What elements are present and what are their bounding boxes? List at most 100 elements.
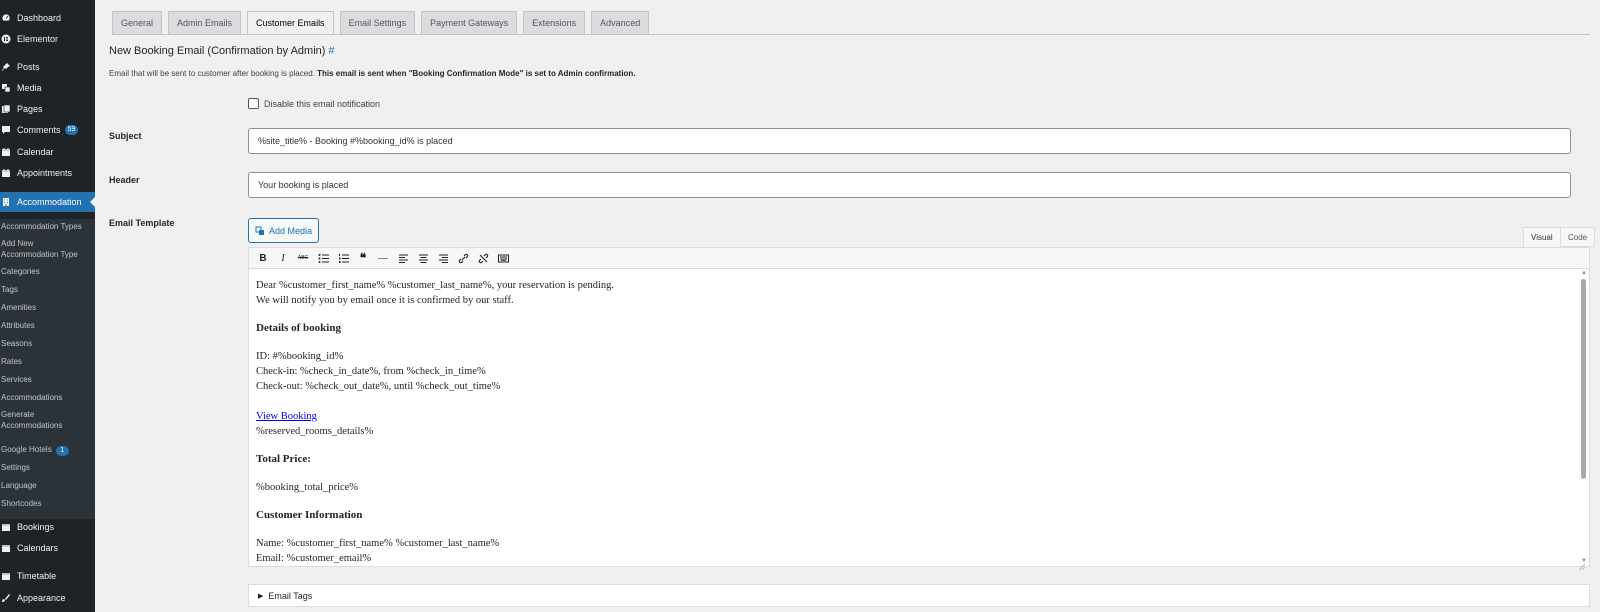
description-note: This email is sent when "Booking Confirm… bbox=[317, 69, 636, 78]
email-template-editor[interactable]: Dear %customer_first_name% %customer_las… bbox=[248, 268, 1590, 567]
resize-handle-icon[interactable] bbox=[1576, 563, 1586, 571]
submenu-shortcodes[interactable]: Shortcodes bbox=[1, 498, 93, 509]
tab-admin-emails[interactable]: Admin Emails bbox=[168, 11, 242, 34]
editor-line: %booking_total_price% bbox=[256, 482, 359, 493]
submenu-tags[interactable]: Tags bbox=[1, 284, 93, 295]
submenu-rates[interactable]: Rates bbox=[1, 356, 93, 367]
view-booking-link[interactable]: View Booking bbox=[256, 411, 317, 422]
editor-line: Check-in: %check_in_date%, from %check_i… bbox=[256, 366, 486, 377]
calendar-icon bbox=[1, 168, 11, 178]
menu-posts[interactable]: Posts bbox=[0, 57, 95, 77]
align-right-button[interactable] bbox=[433, 248, 453, 268]
editor-line: Email: %customer_email% bbox=[256, 553, 372, 564]
remove-link-button[interactable] bbox=[473, 248, 493, 268]
toolbar-toggle-button[interactable] bbox=[493, 248, 513, 268]
menu-label: Comments bbox=[17, 125, 61, 135]
menu-label: Elementor bbox=[17, 34, 59, 44]
submenu-accommodations[interactable]: Accommodations bbox=[1, 392, 93, 403]
menu-elementor[interactable]: Elementor bbox=[0, 29, 95, 49]
editor-scrollbar[interactable]: ▲ ▼ bbox=[1581, 270, 1587, 564]
menu-timetable[interactable]: Timetable bbox=[0, 566, 95, 586]
tab-code[interactable]: Code bbox=[1560, 227, 1596, 247]
calendar-icon bbox=[1, 571, 11, 581]
numbered-list-button[interactable] bbox=[333, 248, 353, 268]
bullet-list-button[interactable] bbox=[313, 248, 333, 268]
menu-bookings[interactable]: Bookings bbox=[0, 517, 95, 537]
menu-label: Accommodation bbox=[17, 197, 82, 207]
media-icon bbox=[1, 83, 11, 93]
submenu-google-hotels[interactable]: Google Hotels 1 bbox=[1, 444, 69, 456]
disable-notification-row[interactable]: Disable this email notification bbox=[248, 98, 380, 109]
insert-link-button[interactable] bbox=[453, 248, 473, 268]
tab-advanced[interactable]: Advanced bbox=[591, 11, 650, 34]
menu-accommodation[interactable]: Accommodation bbox=[0, 192, 95, 212]
header-input[interactable]: Your booking is placed bbox=[248, 172, 1571, 198]
editor-line: ID: #%booking_id% bbox=[256, 351, 344, 362]
align-right-icon bbox=[438, 254, 448, 263]
pin-icon bbox=[1, 62, 11, 72]
submenu-add-new-accommodation-type[interactable]: Add New Accommodation Type bbox=[1, 238, 89, 260]
tab-customer-emails[interactable]: Customer Emails bbox=[247, 11, 334, 34]
editor-heading: Details of booking bbox=[256, 322, 341, 334]
tab-payment-gateways[interactable]: Payment Gateways bbox=[421, 11, 518, 34]
settings-tabs: General Admin Emails Customer Emails Ema… bbox=[112, 11, 650, 34]
blockquote-button[interactable]: ❝ bbox=[353, 248, 373, 268]
menu-appearance[interactable]: Appearance bbox=[0, 588, 95, 608]
submenu-seasons[interactable]: Seasons bbox=[1, 338, 93, 349]
menu-label: Posts bbox=[17, 62, 40, 72]
subject-label: Subject bbox=[109, 131, 142, 141]
submenu-attributes[interactable]: Attributes bbox=[1, 320, 93, 331]
submenu-generate-accommodations[interactable]: Generate Accommodations bbox=[1, 409, 81, 431]
menu-label: Dashboard bbox=[17, 13, 62, 23]
menu-media[interactable]: Media bbox=[0, 78, 95, 98]
tab-general[interactable]: General bbox=[112, 11, 163, 34]
submenu-services[interactable]: Services bbox=[1, 374, 93, 385]
align-left-button[interactable] bbox=[393, 248, 413, 268]
unlink-icon bbox=[478, 253, 488, 263]
editor-heading: Customer Information bbox=[256, 509, 363, 521]
google-hotels-badge: 1 bbox=[55, 446, 69, 456]
menu-dashboard[interactable]: Dashboard bbox=[0, 8, 95, 28]
header-label: Header bbox=[109, 175, 140, 185]
submenu-amenities[interactable]: Amenities bbox=[1, 302, 93, 313]
horizontal-line-button[interactable]: — bbox=[373, 248, 393, 268]
editor-heading: Total Price: bbox=[256, 453, 311, 465]
subject-input[interactable]: %site_title% - Booking #%booking_id% is … bbox=[248, 128, 1571, 154]
pages-icon bbox=[1, 104, 11, 114]
editor-line: %reserved_rooms_details% bbox=[256, 426, 374, 437]
menu-appointments[interactable]: Appointments bbox=[0, 163, 95, 183]
disable-notification-label: Disable this email notification bbox=[264, 98, 381, 109]
disable-notification-checkbox[interactable] bbox=[248, 98, 259, 109]
tab-extensions[interactable]: Extensions bbox=[523, 11, 586, 34]
menu-calendars[interactable]: Calendars bbox=[0, 538, 95, 558]
italic-button[interactable]: I bbox=[273, 248, 293, 268]
editor-line: We will notify you by email once it is c… bbox=[256, 295, 514, 306]
tab-email-settings[interactable]: Email Settings bbox=[339, 11, 416, 34]
add-media-label: Add Media bbox=[269, 225, 313, 236]
tab-visual[interactable]: Visual bbox=[1523, 227, 1561, 247]
menu-label: Appearance bbox=[17, 593, 66, 603]
editor-line: Dear %customer_first_name% %customer_las… bbox=[256, 280, 615, 291]
align-center-button[interactable] bbox=[413, 248, 433, 268]
editor-line: Name: %customer_first_name% %customer_la… bbox=[256, 538, 500, 549]
menu-pages[interactable]: Pages bbox=[0, 99, 95, 119]
email-tags-toggle[interactable]: ▶ Email Tags bbox=[248, 584, 1590, 607]
editor-line: Check-out: %check_out_date%, until %chec… bbox=[256, 381, 501, 392]
comments-count-badge: 59 bbox=[64, 125, 79, 135]
scrollbar-thumb[interactable] bbox=[1581, 279, 1586, 479]
add-media-button[interactable]: Add Media bbox=[248, 218, 320, 243]
submenu-settings[interactable]: Settings bbox=[1, 462, 93, 473]
scroll-up-icon[interactable]: ▲ bbox=[1581, 270, 1587, 276]
submenu-accommodation-types[interactable]: Accommodation Types bbox=[1, 221, 93, 232]
link-icon bbox=[458, 253, 468, 263]
menu-comments[interactable]: Comments 59 bbox=[0, 120, 95, 140]
menu-calendar[interactable]: Calendar bbox=[0, 142, 95, 162]
menu-label: Media bbox=[17, 83, 42, 93]
calendar-icon bbox=[1, 522, 11, 532]
submenu-categories[interactable]: Categories bbox=[1, 266, 93, 277]
section-anchor-link[interactable]: # bbox=[328, 45, 334, 57]
bold-button[interactable]: B bbox=[253, 248, 273, 268]
strikethrough-button[interactable]: ABC bbox=[293, 248, 313, 268]
bullet-list-icon bbox=[318, 253, 329, 263]
submenu-language[interactable]: Language bbox=[1, 480, 93, 491]
